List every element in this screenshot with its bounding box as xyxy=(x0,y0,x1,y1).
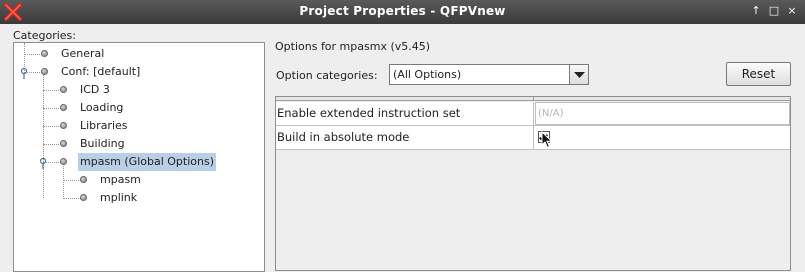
tree-item-label: mpasm xyxy=(100,173,141,186)
categories-label: Categories: xyxy=(13,29,76,42)
window-close-icon[interactable]: × xyxy=(785,3,799,19)
tree-item-label: General xyxy=(61,47,105,60)
window-controls: ↑ □ × xyxy=(745,3,799,21)
window-title: Project Properties - QFPVnew xyxy=(299,4,506,18)
tree-item-label: mpasm (Global Options) xyxy=(78,153,216,171)
option-categories-select[interactable]: (All Options) xyxy=(389,64,589,85)
title-bar: Project Properties - QFPVnew ↑ □ × xyxy=(0,0,805,24)
node-bullet-icon xyxy=(80,194,87,201)
option-name: Enable extended instruction set xyxy=(276,102,534,125)
node-bullet-icon xyxy=(41,50,48,57)
reset-button[interactable]: Reset xyxy=(726,62,791,86)
table-header xyxy=(276,97,790,101)
options-table: Enable extended instruction set (N/A) Bu… xyxy=(275,96,791,271)
categories-tree[interactable]: General Conf: [default] ICD 3 Loading Li… xyxy=(13,42,265,272)
option-value-cell xyxy=(535,126,790,149)
node-bullet-icon xyxy=(41,68,48,75)
option-name: Build in absolute mode xyxy=(276,126,534,149)
shade-icon[interactable]: ↑ xyxy=(749,3,763,19)
tree-connector xyxy=(63,163,64,199)
maximize-icon[interactable]: □ xyxy=(767,3,781,19)
node-bullet-icon xyxy=(60,158,67,165)
tree-connector xyxy=(24,54,42,55)
tree-item-label: mplink xyxy=(100,191,138,204)
node-bullet-icon xyxy=(60,122,67,129)
option-value-field[interactable]: (N/A) xyxy=(535,102,790,125)
table-row[interactable]: Build in absolute mode xyxy=(276,126,790,150)
tree-connector xyxy=(63,198,81,199)
tree-connector xyxy=(43,144,61,145)
tree-connector xyxy=(43,126,61,127)
option-categories-label: Option categories: xyxy=(276,69,378,82)
tree-connector xyxy=(43,108,61,109)
node-bullet-icon xyxy=(80,176,87,183)
chevron-down-icon[interactable] xyxy=(569,65,588,84)
tree-item-label: Conf: [default] xyxy=(61,65,141,78)
mouse-pointer-icon xyxy=(541,131,553,149)
column-divider[interactable] xyxy=(533,97,534,101)
expand-toggle-icon[interactable] xyxy=(19,67,29,79)
tree-connector xyxy=(43,73,44,198)
node-bullet-icon xyxy=(60,86,67,93)
tree-item-label: Building xyxy=(80,137,125,150)
tree-connector xyxy=(43,90,61,91)
tree-item-label: Libraries xyxy=(80,119,128,132)
node-bullet-icon xyxy=(60,140,67,147)
node-bullet-icon xyxy=(60,104,67,111)
tree-item-label: ICD 3 xyxy=(80,83,110,96)
options-header: Options for mpasmx (v5.45) xyxy=(275,40,431,53)
option-categories-value: (All Options) xyxy=(393,68,462,81)
table-row[interactable]: Enable extended instruction set (N/A) xyxy=(276,102,790,126)
tree-item-label: Loading xyxy=(80,101,124,114)
expand-toggle-icon[interactable] xyxy=(38,157,48,169)
tree-connector xyxy=(63,180,81,181)
